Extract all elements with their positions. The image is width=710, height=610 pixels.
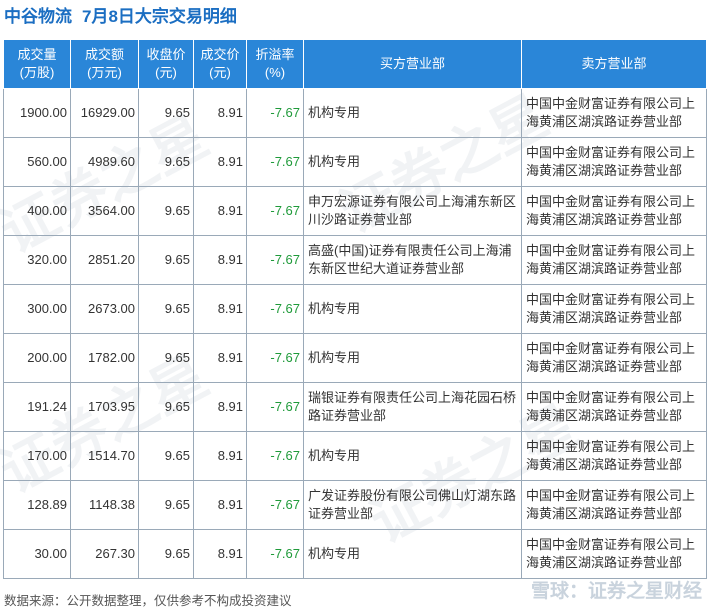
cell-premium-rate: -7.67: [246, 382, 304, 432]
header-volume: 成交量 (万股): [3, 39, 71, 89]
header-close-price: 收盘价 (元): [138, 39, 194, 89]
data-source-note: 数据来源：公开数据整理，仅供参考不构成投资建议: [4, 594, 292, 608]
cell-close-price: 9.65: [138, 529, 194, 579]
cell-volume: 400.00: [3, 186, 71, 236]
cell-volume: 170.00: [3, 431, 71, 481]
table-row: 320.00 2851.20 9.65 8.91 -7.67 高盛(中国)证券有限责任公司…: [3, 235, 707, 285]
header-premium-rate: 折溢率 (%): [246, 39, 304, 89]
cell-seller: 中国中金财富证券有限公司上海黄浦区湖滨路证券营业部: [521, 235, 707, 285]
cell-buyer: 机构专用: [303, 284, 522, 334]
cell-volume: 320.00: [3, 235, 71, 285]
cell-trade-price: 8.91: [193, 480, 247, 530]
cell-amount: 2851.20: [70, 235, 139, 285]
cell-amount: 4989.60: [70, 137, 139, 187]
cell-buyer: 机构专用: [303, 333, 522, 383]
cell-seller: 中国中金财富证券有限公司上海黄浦区湖滨路证券营业部: [521, 333, 707, 383]
cell-close-price: 9.65: [138, 382, 194, 432]
header-seller: 卖方营业部: [521, 39, 707, 89]
cell-amount: 2673.00: [70, 284, 139, 334]
cell-seller: 中国中金财富证券有限公司上海黄浦区湖滨路证券营业部: [521, 480, 707, 530]
table-row: 128.89 1148.38 9.65 8.91 -7.67 广发证券股份有限公司佛山灯湖…: [3, 480, 707, 530]
cell-trade-price: 8.91: [193, 431, 247, 481]
cell-buyer: 高盛(中国)证券有限责任公司上海浦东新区世纪大道证券营业部: [303, 235, 522, 285]
cell-close-price: 9.65: [138, 88, 194, 138]
cell-premium-rate: -7.67: [246, 186, 304, 236]
cell-buyer: 广发证券股份有限公司佛山灯湖东路证券营业部: [303, 480, 522, 530]
cell-premium-rate: -7.67: [246, 235, 304, 285]
cell-volume: 128.89: [3, 480, 71, 530]
table-row: 30.00 267.30 9.65 8.91 -7.67 机构专用 中国中金财富证券有限公司…: [3, 529, 707, 579]
cell-volume: 300.00: [3, 284, 71, 334]
cell-amount: 267.30: [70, 529, 139, 579]
cell-premium-rate: -7.67: [246, 333, 304, 383]
header-amount: 成交额 (万元): [70, 39, 139, 89]
block-trade-table: 成交量 (万股) 成交额 (万元) 收盘价 (元) 成交价 (元) 折溢率 (%…: [3, 39, 707, 579]
cell-seller: 中国中金财富证券有限公司上海黄浦区湖滨路证券营业部: [521, 284, 707, 334]
cell-close-price: 9.65: [138, 480, 194, 530]
table-header-row: 成交量 (万股) 成交额 (万元) 收盘价 (元) 成交价 (元) 折溢率 (%…: [3, 39, 707, 89]
cell-trade-price: 8.91: [193, 186, 247, 236]
title-subtitle: 7月8日大宗交易明细: [82, 7, 237, 26]
cell-buyer: 机构专用: [303, 88, 522, 138]
cell-seller: 中国中金财富证券有限公司上海黄浦区湖滨路证券营业部: [521, 88, 707, 138]
cell-volume: 191.24: [3, 382, 71, 432]
cell-amount: 1782.00: [70, 333, 139, 383]
cell-trade-price: 8.91: [193, 235, 247, 285]
cell-trade-price: 8.91: [193, 137, 247, 187]
cell-volume: 200.00: [3, 333, 71, 383]
cell-close-price: 9.65: [138, 137, 194, 187]
cell-seller: 中国中金财富证券有限公司上海黄浦区湖滨路证券营业部: [521, 529, 707, 579]
table-row: 560.00 4989.60 9.65 8.91 -7.67 机构专用 中国中金财富证券有限…: [3, 137, 707, 187]
cell-trade-price: 8.91: [193, 529, 247, 579]
cell-volume: 30.00: [3, 529, 71, 579]
header-buyer: 买方营业部: [303, 39, 522, 89]
cell-premium-rate: -7.67: [246, 88, 304, 138]
stock-name: 中谷物流: [4, 7, 72, 26]
cell-buyer: 机构专用: [303, 137, 522, 187]
table-row: 170.00 1514.70 9.65 8.91 -7.67 机构专用 中国中金财富证券有限…: [3, 431, 707, 481]
cell-premium-rate: -7.67: [246, 137, 304, 187]
cell-volume: 1900.00: [3, 88, 71, 138]
table-row: 400.00 3564.00 9.65 8.91 -7.67 申万宏源证券有限公司上海浦东…: [3, 186, 707, 236]
table-row: 191.24 1703.95 9.65 8.91 -7.67 瑞银证券有限责任公司上海花园…: [3, 382, 707, 432]
cell-amount: 16929.00: [70, 88, 139, 138]
cell-premium-rate: -7.67: [246, 480, 304, 530]
brand-watermark: 雪球：证券之星财经: [530, 581, 702, 602]
cell-amount: 3564.00: [70, 186, 139, 236]
cell-buyer: 申万宏源证券有限公司上海浦东新区川沙路证券营业部: [303, 186, 522, 236]
cell-trade-price: 8.91: [193, 88, 247, 138]
cell-close-price: 9.65: [138, 186, 194, 236]
cell-volume: 560.00: [3, 137, 71, 187]
cell-trade-price: 8.91: [193, 382, 247, 432]
cell-close-price: 9.65: [138, 284, 194, 334]
page-title: 中谷物流 7月8日大宗交易明细: [4, 3, 237, 31]
cell-seller: 中国中金财富证券有限公司上海黄浦区湖滨路证券营业部: [521, 186, 707, 236]
cell-premium-rate: -7.67: [246, 431, 304, 481]
cell-seller: 中国中金财富证券有限公司上海黄浦区湖滨路证券营业部: [521, 431, 707, 481]
header-trade-price: 成交价 (元): [193, 39, 247, 89]
cell-seller: 中国中金财富证券有限公司上海黄浦区湖滨路证券营业部: [521, 382, 707, 432]
cell-buyer: 瑞银证券有限责任公司上海花园石桥路证券营业部: [303, 382, 522, 432]
table-row: 200.00 1782.00 9.65 8.91 -7.67 机构专用 中国中金财富证券有限…: [3, 333, 707, 383]
cell-close-price: 9.65: [138, 235, 194, 285]
cell-trade-price: 8.91: [193, 284, 247, 334]
cell-amount: 1514.70: [70, 431, 139, 481]
cell-amount: 1703.95: [70, 382, 139, 432]
cell-amount: 1148.38: [70, 480, 139, 530]
cell-premium-rate: -7.67: [246, 529, 304, 579]
cell-close-price: 9.65: [138, 333, 194, 383]
cell-premium-rate: -7.67: [246, 284, 304, 334]
cell-buyer: 机构专用: [303, 529, 522, 579]
cell-buyer: 机构专用: [303, 431, 522, 481]
table-row: 1900.00 16929.00 9.65 8.91 -7.67 机构专用 中国中金财富证券…: [3, 88, 707, 138]
cell-close-price: 9.65: [138, 431, 194, 481]
table-row: 300.00 2673.00 9.65 8.91 -7.67 机构专用 中国中金财富证券有限…: [3, 284, 707, 334]
cell-seller: 中国中金财富证券有限公司上海黄浦区湖滨路证券营业部: [521, 137, 707, 187]
cell-trade-price: 8.91: [193, 333, 247, 383]
